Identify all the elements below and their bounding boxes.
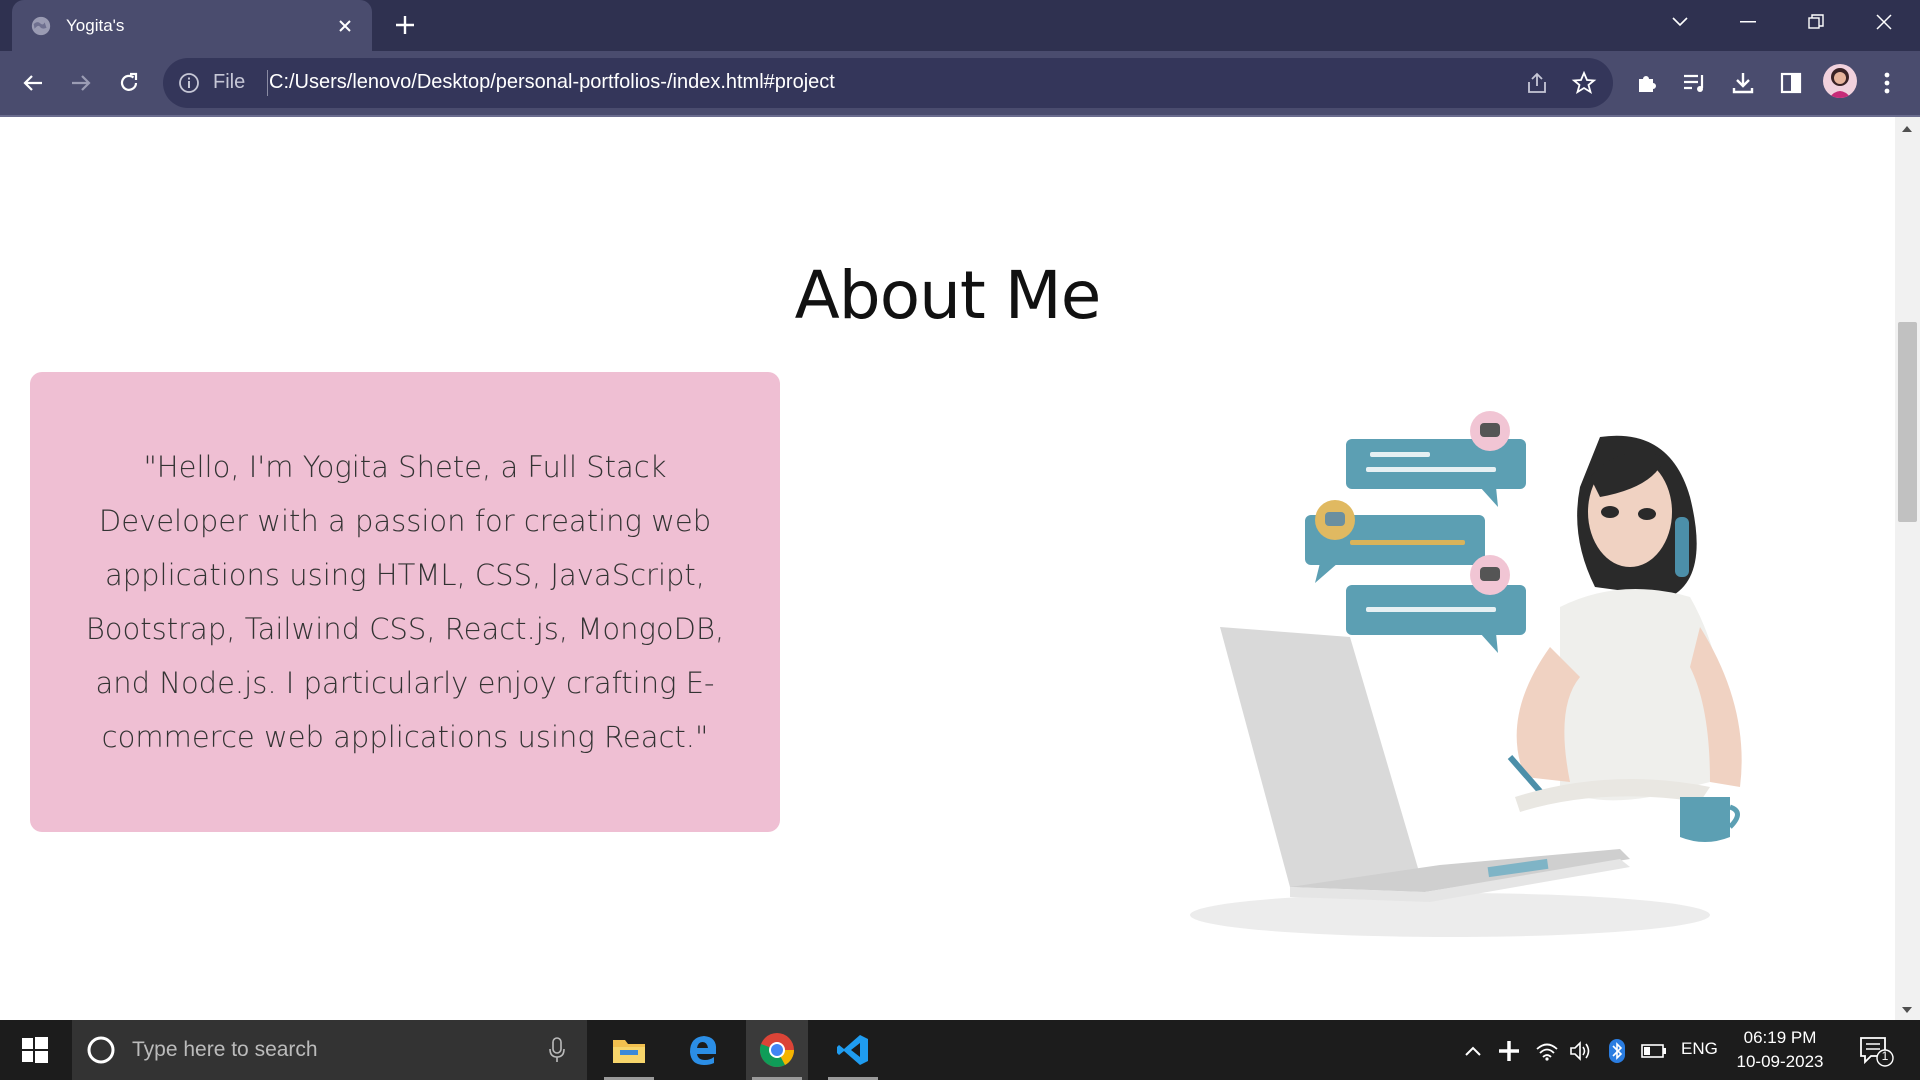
chat-bubble-2 [1305, 500, 1485, 583]
about-card: "Hello, I'm Yogita Shete, a Full Stack D… [30, 372, 780, 832]
address-bar[interactable]: File C:/Users/lenovo/Desktop/personal-po… [163, 58, 1613, 108]
volume-icon[interactable] [1568, 1038, 1594, 1064]
browser-toolbar: File C:/Users/lenovo/Desktop/personal-po… [0, 51, 1920, 115]
clock-time: 06:19 PM [1743, 1028, 1817, 1047]
close-window-button[interactable] [1854, 0, 1914, 44]
taskbar-clock[interactable]: 06:19 PM 10-09-2023 [1735, 1026, 1825, 1074]
back-button[interactable] [15, 65, 51, 101]
battery-icon[interactable] [1640, 1038, 1668, 1064]
windows-taskbar: Type here to search ENG 06:19 PM 10-09-2… [0, 1020, 1920, 1080]
chat-bubble-1 [1346, 411, 1526, 507]
taskbar-search[interactable]: Type here to search [72, 1020, 587, 1080]
search-placeholder: Type here to search [132, 1038, 318, 1061]
side-panel-icon[interactable] [1776, 68, 1806, 98]
page-scrollbar[interactable] [1895, 117, 1920, 1020]
tab-close-icon[interactable] [330, 11, 360, 41]
address-scheme-label: File [213, 71, 246, 93]
globe-icon [31, 16, 51, 35]
browser-tab[interactable]: Yogita's [12, 0, 372, 51]
plus-tray-icon[interactable] [1496, 1038, 1522, 1064]
bluetooth-icon[interactable] [1604, 1038, 1630, 1064]
windows-logo-icon [22, 1037, 48, 1063]
forward-button[interactable] [63, 65, 99, 101]
wifi-icon[interactable] [1534, 1038, 1560, 1064]
tab-search-icon[interactable] [1650, 0, 1710, 44]
page-viewport: About Me "Hello, I'm Yogita Shete, a Ful… [0, 117, 1895, 1020]
address-separator [267, 70, 268, 96]
woman-figure [1507, 435, 1742, 842]
file-explorer-app[interactable] [598, 1020, 660, 1080]
folder-icon [613, 1040, 645, 1063]
tab-title: Yogita's [66, 15, 125, 35]
share-icon[interactable] [1524, 70, 1550, 96]
profile-avatar[interactable] [1823, 64, 1857, 98]
edge-app[interactable] [672, 1020, 734, 1080]
browser-tab-strip: Yogita's [0, 0, 1920, 51]
language-indicator[interactable]: ENG [1681, 1039, 1718, 1059]
extensions-icon[interactable] [1632, 68, 1662, 98]
bookmark-star-icon[interactable] [1571, 70, 1597, 96]
vscode-icon [837, 1035, 868, 1065]
download-icon[interactable] [1728, 68, 1758, 98]
media-controls-icon[interactable] [1680, 68, 1710, 98]
new-tab-button[interactable] [390, 10, 420, 40]
chat-bubble-3 [1346, 555, 1526, 653]
vscode-app[interactable] [822, 1020, 884, 1080]
about-text: "Hello, I'm Yogita Shete, a Full Stack D… [85, 450, 725, 754]
edge-icon [690, 1036, 717, 1065]
cortana-icon [87, 1036, 115, 1064]
scroll-up-arrow[interactable] [1901, 123, 1913, 135]
start-button[interactable] [12, 1032, 58, 1068]
chrome-app[interactable] [746, 1020, 808, 1080]
woman-laptop-illustration [1190, 411, 1742, 937]
microphone-icon[interactable] [547, 1037, 567, 1063]
info-icon[interactable] [177, 71, 201, 95]
restore-button[interactable] [1786, 0, 1846, 44]
reload-button[interactable] [111, 65, 147, 101]
chrome-icon [759, 1033, 794, 1067]
notification-count: 1 [1881, 1049, 1889, 1063]
minimize-button[interactable] [1718, 0, 1778, 44]
about-heading: About Me [794, 257, 1102, 334]
browser-menu-icon[interactable] [1872, 68, 1902, 98]
url-text[interactable]: C:/Users/lenovo/Desktop/personal-portfol… [269, 71, 835, 94]
show-hidden-icons[interactable] [1460, 1038, 1486, 1064]
notification-center-button[interactable]: 1 [1855, 1034, 1895, 1068]
scroll-thumb[interactable] [1898, 322, 1917, 522]
clock-date: 10-09-2023 [1736, 1052, 1824, 1071]
scroll-down-arrow[interactable] [1901, 1004, 1913, 1016]
